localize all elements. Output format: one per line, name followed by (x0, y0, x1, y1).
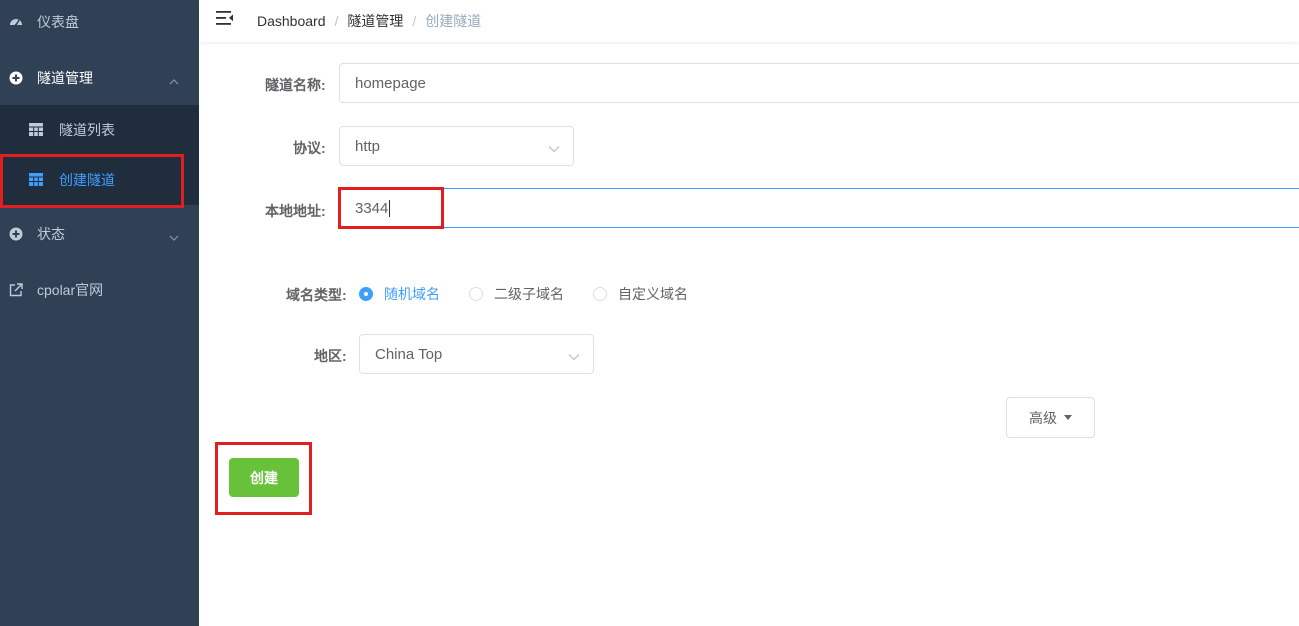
protocol-select[interactable]: http (339, 126, 574, 166)
sidebar-item-label: 状态 (37, 226, 65, 242)
advanced-label: 高级 (1029, 409, 1057, 426)
tunnel-name-value: homepage (355, 74, 426, 92)
create-label: 创建 (250, 469, 278, 486)
menu-fold-icon[interactable] (216, 10, 234, 26)
tunnel-name-input[interactable]: homepage (339, 63, 1299, 103)
chevron-down-icon (548, 140, 560, 157)
radio-subdomain[interactable]: 二级子域名 (469, 284, 564, 304)
table-icon (29, 173, 43, 189)
radio-label: 随机域名 (384, 286, 440, 302)
chevron-down-icon (568, 348, 580, 365)
radio-unchecked-icon (469, 287, 483, 301)
radio-random-domain[interactable]: 随机域名 (359, 284, 440, 304)
sidebar-item-cpolar-site[interactable]: cpolar官网 (0, 262, 199, 318)
table-icon (29, 123, 43, 139)
protocol-label: 协议: (293, 140, 326, 156)
local-address-value: 3344 (355, 199, 389, 217)
radio-custom-domain[interactable]: 自定义域名 (593, 284, 688, 304)
external-link-icon (9, 283, 23, 297)
caret-down-icon (1064, 415, 1072, 420)
advanced-button[interactable]: 高级 (1006, 397, 1095, 438)
circle-plus-icon (9, 227, 23, 241)
dashboard-icon (9, 15, 23, 29)
text-cursor (389, 199, 391, 217)
breadcrumb-separator: / (334, 13, 339, 29)
radio-unchecked-icon (593, 287, 607, 301)
sidebar-item-dashboard[interactable]: 仪表盘 (0, 0, 199, 50)
sidebar-item-tunnel-list[interactable]: 隧道列表 (0, 105, 199, 155)
tunnel-name-label: 隧道名称: (265, 77, 326, 93)
radio-label: 二级子域名 (494, 286, 564, 302)
create-button[interactable]: 创建 (229, 458, 299, 497)
region-select[interactable]: China Top (359, 334, 594, 374)
breadcrumb-item-dashboard[interactable]: Dashboard (257, 13, 326, 29)
local-address-label: 本地地址: (265, 203, 326, 219)
local-address-input[interactable]: 3344 (339, 188, 1299, 228)
region-value: China Top (375, 345, 443, 363)
sidebar-item-tunnel-management[interactable]: 隧道管理 (0, 50, 199, 106)
breadcrumb-item-current: 创建隧道 (425, 13, 482, 29)
sidebar-item-label: 隧道管理 (37, 70, 93, 86)
sidebar-item-label: cpolar官网 (37, 282, 104, 298)
sidebar-item-label: 隧道列表 (59, 122, 115, 138)
navbar: Dashboard / 隧道管理 / 创建隧道 (199, 0, 1299, 42)
radio-label: 自定义域名 (618, 286, 688, 302)
radio-checked-icon (359, 287, 373, 301)
region-label: 地区: (314, 348, 347, 364)
sidebar-item-status[interactable]: 状态 (0, 206, 199, 262)
breadcrumb-separator: / (412, 13, 417, 29)
chevron-up-icon (169, 72, 179, 88)
breadcrumb-item-tunnel-management[interactable]: 隧道管理 (347, 11, 403, 31)
sidebar: 仪表盘 隧道管理 隧道列表 创建隧道 状态 cpolar官网 (0, 0, 199, 626)
chevron-down-icon (169, 228, 179, 244)
sidebar-item-create-tunnel[interactable]: 创建隧道 (0, 155, 199, 205)
protocol-value: http (355, 137, 381, 155)
domain-type-label: 域名类型: (286, 287, 347, 303)
sidebar-item-label: 创建隧道 (59, 172, 115, 188)
submenu-tunnel-management: 隧道列表 创建隧道 (0, 105, 199, 205)
sidebar-item-label: 仪表盘 (37, 14, 79, 30)
circle-plus-icon (9, 71, 23, 85)
breadcrumb: Dashboard / 隧道管理 / 创建隧道 (257, 11, 481, 31)
